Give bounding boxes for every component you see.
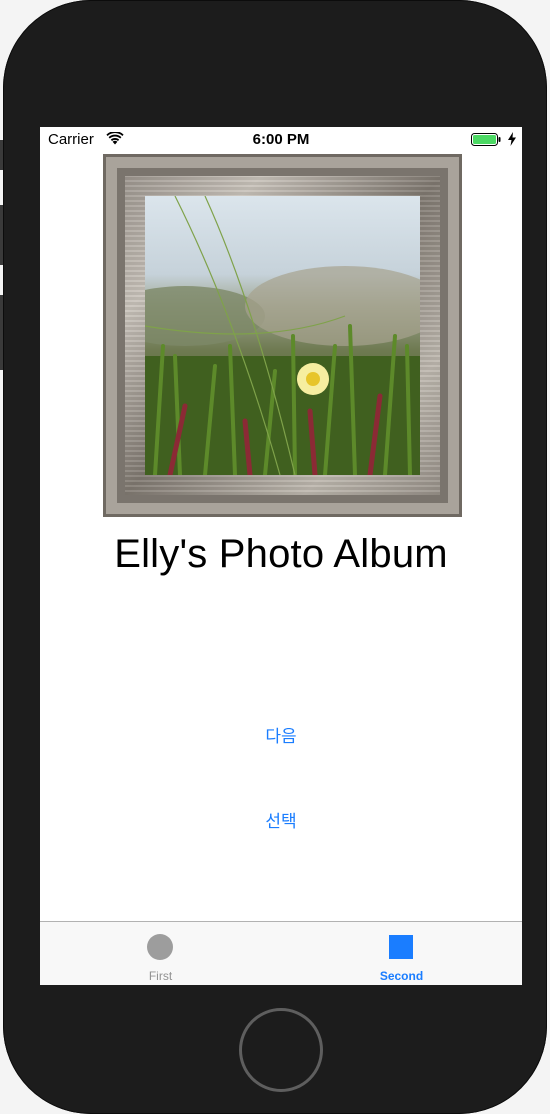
bolt-icon [508, 132, 516, 146]
beach-grass-photo [145, 196, 420, 475]
tab-second[interactable]: Second [281, 922, 522, 985]
photo-drawing [145, 196, 420, 475]
tab-second-label: Second [379, 969, 424, 983]
status-time: 6:00 PM [252, 131, 310, 148]
select-button[interactable]: 선택 [231, 807, 331, 832]
tab-bar: First Second [40, 921, 522, 985]
next-button[interactable]: 다음 [231, 722, 331, 747]
app-screen: Carrier 6:00 PM Elly's Photo Album 다음 선택… [40, 127, 522, 985]
tab-first[interactable]: First [40, 922, 281, 985]
framed-photo-image [103, 154, 462, 517]
status-bar: Carrier 6:00 PM [40, 127, 522, 153]
circle-icon [147, 934, 173, 960]
tab-first-label: First [148, 969, 173, 983]
home-button[interactable] [239, 1008, 323, 1092]
album-title: Elly's Photo Album [114, 532, 448, 576]
square-icon [389, 935, 413, 959]
battery-icon [471, 133, 501, 146]
iphone-device: Carrier 6:00 PM Elly's Photo Album 다음 선택… [3, 0, 547, 1114]
